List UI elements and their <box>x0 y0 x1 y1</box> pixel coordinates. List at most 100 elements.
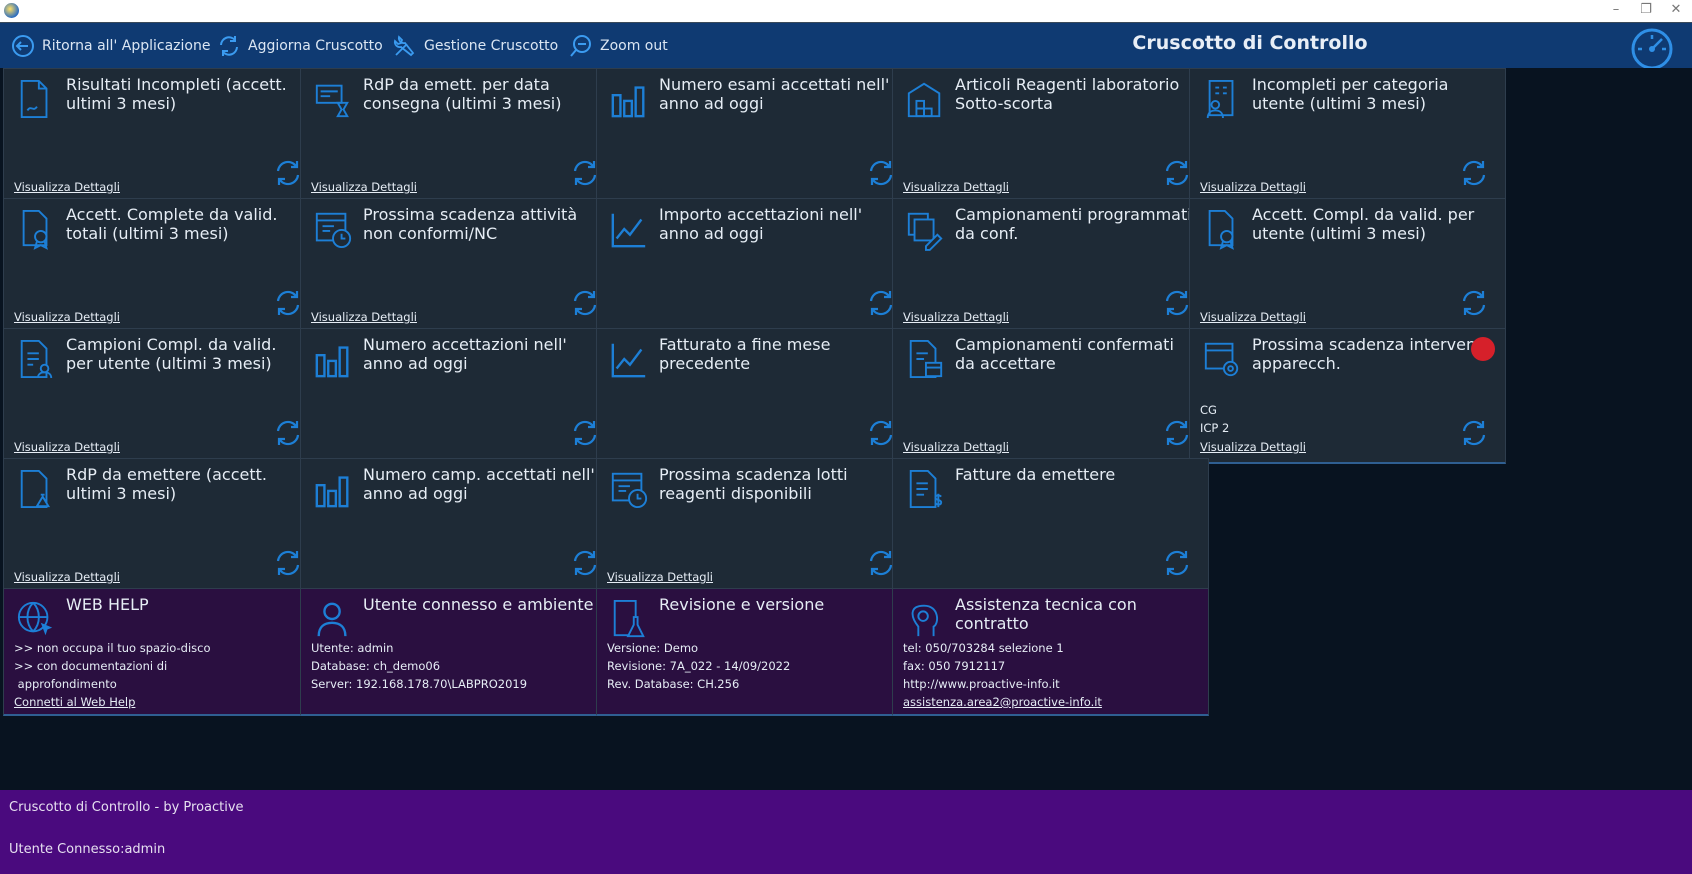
info-line: Server: 192.168.178.70\LABPRO2019 <box>311 677 528 691</box>
calendar-gear-icon <box>1204 342 1239 377</box>
back-arrow-icon <box>12 35 34 57</box>
view-details-link[interactable]: Visualizza Dettagli <box>311 310 417 324</box>
dashboard-content: Risultati Incompleti (accett. ultimi 3 m… <box>0 68 1692 790</box>
certificate-icon <box>1208 209 1234 250</box>
dashboard-tile[interactable]: Accett. Complete da valid. totali (ultim… <box>3 198 320 334</box>
dashboard-tile[interactable]: Articoli Reagenti laboratorio Sotto-scor… <box>892 68 1209 204</box>
back-to-app-button[interactable]: Ritorna all' Applicazione <box>10 23 210 69</box>
manage-dashboard-label: Gestione Cruscotto <box>424 38 559 54</box>
toolbar: Ritorna all' Applicazione Aggiorna Crusc… <box>0 22 1692 69</box>
refresh-dashboard-label: Aggiorna Cruscotto <box>248 38 383 54</box>
view-details-link[interactable]: Visualizza Dettagli <box>1200 310 1306 324</box>
zoom-out-button[interactable]: Zoom out <box>568 23 668 69</box>
refresh-icon[interactable] <box>273 158 303 188</box>
dashboard-tile[interactable]: Importo accettazioni nell' anno ad oggi <box>596 198 913 334</box>
info-lines: >> non occupa il tuo spazio-disco >> con … <box>14 639 211 711</box>
bar-chart-icon <box>315 346 349 378</box>
warehouse-icon <box>907 82 941 118</box>
document-calendar-icon <box>909 339 943 379</box>
refresh-icon[interactable] <box>273 418 303 448</box>
refresh-icon[interactable] <box>1162 418 1192 448</box>
dashboard-tile[interactable]: Numero camp. accettati nell' anno ad ogg… <box>300 458 617 594</box>
view-details-link[interactable]: Visualizza Dettagli <box>903 180 1009 194</box>
tile-title: Fatturato a fine mese precedente <box>659 335 831 373</box>
tools-icon <box>394 35 415 57</box>
view-details-link[interactable]: Visualizza Dettagli <box>1200 440 1306 454</box>
tile-items: CG ICP 2 <box>1200 401 1229 437</box>
dashboard-tile[interactable]: Campionamenti programmati da conf. Visual… <box>892 198 1209 334</box>
refresh-icon[interactable] <box>1459 158 1489 188</box>
globe-cursor-icon <box>17 601 53 636</box>
dashboard-tile[interactable]: Risultati Incompleti (accett. ultimi 3 m… <box>3 68 320 204</box>
info-link[interactable]: assistenza.area2@proactive-info.it <box>903 693 1102 711</box>
view-details-link[interactable]: Visualizza Dettagli <box>311 180 417 194</box>
view-details-link[interactable]: Visualizza Dettagli <box>14 570 120 584</box>
refresh-icon[interactable] <box>273 288 303 318</box>
alert-indicator <box>1471 337 1495 361</box>
certificate-icon <box>22 209 48 250</box>
info-tile: Assistenza tecnica con contratto tel: 050… <box>892 588 1209 716</box>
dashboard-tile[interactable]: Prossima scadenza lotti reagenti disponi… <box>596 458 913 594</box>
document-stamp-icon <box>20 469 51 509</box>
info-line: Rev. Database: CH.256 <box>607 677 740 691</box>
info-link[interactable]: Connetti al Web Help <box>14 693 211 711</box>
refresh-icon[interactable] <box>273 548 303 578</box>
tile-title: Campionamenti programmati da conf. <box>955 205 1192 243</box>
line-chart-icon <box>611 343 646 378</box>
dashboard-tile[interactable]: Accett. Compl. da valid. per utente (ult… <box>1189 198 1506 334</box>
view-details-link[interactable]: Visualizza Dettagli <box>14 440 120 454</box>
dashboard-tile[interactable]: Fatture da emettere <box>892 458 1209 594</box>
view-details-link[interactable]: Visualizza Dettagli <box>1200 180 1306 194</box>
tile-title: Prossima scadenza interventi apparecch. <box>1252 335 1487 373</box>
tile-title: Prossima scadenza lotti reagenti disponi… <box>659 465 848 503</box>
restore-icon[interactable]: ❐ <box>1634 2 1658 20</box>
dashboard-tile[interactable]: Campionamenti confermati da accettare Vis… <box>892 328 1209 464</box>
info-lines: Versione: Demo Revisione: 7A_022 - 14/09/… <box>607 639 790 693</box>
info-line: Utente: admin <box>311 641 394 655</box>
tile-item: CG <box>1200 403 1217 417</box>
zoom-out-icon <box>570 35 591 57</box>
view-details-link[interactable]: Visualizza Dettagli <box>903 310 1009 324</box>
view-details-link[interactable]: Visualizza Dettagli <box>14 180 120 194</box>
speedometer-icon <box>1631 28 1673 69</box>
info-line: approfondimento <box>14 677 117 691</box>
view-details-link[interactable]: Visualizza Dettagli <box>903 440 1009 454</box>
info-line: >> non occupa il tuo spazio-disco <box>14 641 211 655</box>
info-title: Assistenza tecnica con contratto <box>955 595 1137 633</box>
head-gear-icon <box>911 604 939 637</box>
manage-dashboard-button[interactable]: Gestione Cruscotto <box>392 23 558 69</box>
minimize-icon[interactable]: – <box>1604 2 1628 20</box>
dashboard-tile[interactable]: Incompleti per categoria utente (ultimi … <box>1189 68 1506 204</box>
app-icon <box>4 3 19 18</box>
refresh-dashboard-button[interactable]: Aggiorna Cruscotto <box>216 23 383 69</box>
refresh-icon[interactable] <box>1162 158 1192 188</box>
user-icon <box>317 602 347 637</box>
refresh-icon[interactable] <box>1162 548 1192 578</box>
dashboard-tile[interactable]: Numero esami accettati nell' anno ad ogg… <box>596 68 913 204</box>
info-line: >> con documentazioni di <box>14 659 168 673</box>
invoice-dollar-icon <box>909 469 943 509</box>
tile-title: Campionamenti confermati da accettare <box>955 335 1174 373</box>
dashboard-tile[interactable]: Prossima scadenza interventi apparecch. C… <box>1189 328 1506 464</box>
info-lines: tel: 050/703284 selezione 1 fax: 050 7912… <box>903 639 1102 711</box>
close-icon[interactable]: ✕ <box>1664 2 1688 20</box>
dashboard-tile[interactable]: Fatturato a fine mese precedente <box>596 328 913 464</box>
flask-document-icon <box>613 599 645 638</box>
bar-chart-icon <box>315 476 349 508</box>
view-details-link[interactable]: Visualizza Dettagli <box>607 570 713 584</box>
dashboard-tile[interactable]: Numero accettazioni nell' anno ad oggi <box>300 328 617 464</box>
bar-chart-icon <box>611 86 645 118</box>
footer-brand: Cruscotto di Controllo - by Proactive <box>9 800 244 815</box>
refresh-icon[interactable] <box>1162 288 1192 318</box>
refresh-icon[interactable] <box>1459 418 1489 448</box>
dashboard-tile[interactable]: RdP da emettere (accett. ultimi 3 mesi) V… <box>3 458 320 594</box>
info-line: Revisione: 7A_022 - 14/09/2022 <box>607 659 791 673</box>
view-details-link[interactable]: Visualizza Dettagli <box>14 310 120 324</box>
refresh-icon[interactable] <box>1459 288 1489 318</box>
dashboard-tile[interactable]: RdP da emett. per data consegna (ultimi … <box>300 68 617 204</box>
info-tile: WEB HELP >> non occupa il tuo spazio-disc… <box>3 588 320 716</box>
dashboard-tile[interactable]: Prossima scadenza attività non conformi/… <box>300 198 617 334</box>
calendar-clock-icon <box>315 212 352 249</box>
dashboard-tile[interactable]: Campioni Compl. da valid. per utente (ul… <box>3 328 320 464</box>
tile-title: Risultati Incompleti (accett. ultimi 3 m… <box>66 75 287 113</box>
